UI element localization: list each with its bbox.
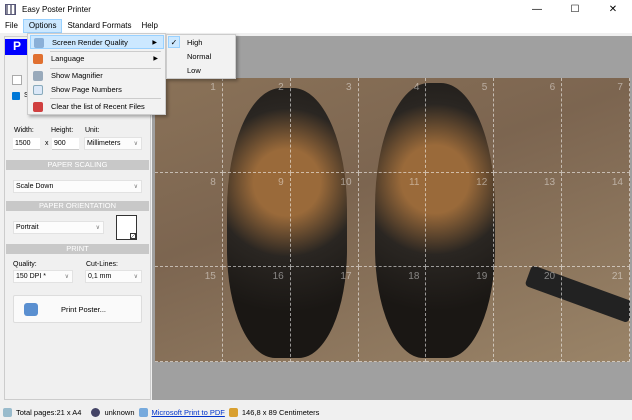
page-cell: 11 <box>358 172 427 268</box>
page-cell: 7 <box>562 78 630 173</box>
chevron-down-icon: ∨ <box>133 274 138 280</box>
page-cell: 9 <box>222 172 291 268</box>
status-bar: Total pages:21 x A4 unknown Microsoft Pr… <box>0 404 632 420</box>
print-header: PRINT <box>6 244 149 254</box>
page-cell: 2 <box>222 78 291 173</box>
page-cell: 16 <box>222 267 291 362</box>
chevron-down-icon: ∨ <box>64 274 69 280</box>
height-input[interactable]: 900 <box>52 138 79 150</box>
paper-scaling-header: PAPER SCALING <box>6 160 149 170</box>
menu-item-label: Clear the list of Recent Files <box>51 102 145 111</box>
menu-item-show-magnifier[interactable]: Show Magnifier <box>30 69 164 83</box>
clear-recent-icon <box>33 102 43 112</box>
submenu-item-high[interactable]: High <box>187 38 202 47</box>
menu-item-screen-render-quality[interactable]: Screen Render Quality ▶ <box>30 35 164 49</box>
printer-link[interactable]: Microsoft Print to PDF <box>152 408 225 417</box>
width-input[interactable]: 1500 <box>13 138 40 150</box>
paper-orientation-header: PAPER ORIENTATION <box>6 201 149 211</box>
poster-size: 146,8 x 89 Centimeters <box>241 407 320 417</box>
pages-icon <box>3 407 12 417</box>
preview-canvas[interactable]: 1 2 3 4 5 6 7 8 9 10 11 12 13 14 15 16 17 18 19 20 21 <box>152 36 632 400</box>
cutlines-value: 0,1 mm <box>88 273 112 280</box>
orientation-select[interactable]: Portrait ∨ <box>13 221 104 234</box>
menu-help[interactable]: Help <box>137 19 163 33</box>
image-info-icon <box>91 407 101 417</box>
options-menu: Screen Render Quality ▶ Language ▶ Show Ma… <box>27 33 166 115</box>
image-info: unknown <box>104 407 135 417</box>
page-cell: 5 <box>426 78 495 173</box>
page-cell: 21 <box>562 267 630 362</box>
render-quality-icon <box>34 38 44 48</box>
scaling-select[interactable]: Scale Down ∨ <box>13 180 142 193</box>
orientation-preview <box>116 215 137 240</box>
page-cell: 12 <box>426 172 495 268</box>
cutlines-label: Cut-Lines: <box>86 261 118 268</box>
maximize-button[interactable]: ☐ <box>556 0 594 19</box>
page-cell: 13 <box>494 172 563 268</box>
page-cell: 10 <box>290 172 359 268</box>
menu-standard-formats[interactable]: Standard Formats <box>62 19 136 33</box>
page-cell: 17 <box>290 267 359 362</box>
check-icon: ✓ <box>168 36 180 48</box>
page-cell: 14 <box>562 172 630 268</box>
printer-icon <box>24 303 38 316</box>
page-cell: 6 <box>494 78 563 173</box>
minimize-button[interactable]: — <box>518 0 556 19</box>
menu-item-clear-recent-files[interactable]: Clear the list of Recent Files <box>30 100 164 114</box>
scaling-value: Scale Down <box>16 183 54 190</box>
submenu-item-low[interactable]: Low <box>187 66 201 75</box>
quality-label: Quality: <box>13 261 37 268</box>
page-cell: 20 <box>494 267 563 362</box>
menu-item-show-page-numbers[interactable]: Show Page Numbers <box>30 83 164 97</box>
unit-select[interactable]: Millimeters ∨ <box>84 137 142 150</box>
chevron-down-icon: ∨ <box>95 225 100 231</box>
separator <box>50 98 161 99</box>
height-label: Height: <box>51 127 74 134</box>
submenu-arrow-icon: ▶ <box>153 56 158 62</box>
close-button[interactable]: ✕ <box>594 0 632 19</box>
page-cell: 4 <box>358 78 427 173</box>
quality-value: 150 DPI * <box>16 273 46 280</box>
size-icon <box>228 407 238 417</box>
magnifier-icon <box>33 71 43 81</box>
page-cell: 19 <box>426 267 495 362</box>
checkbox[interactable] <box>12 92 20 100</box>
menu-options[interactable]: Options <box>22 19 63 33</box>
menu-item-label: Show Page Numbers <box>51 85 122 94</box>
page-cell: 8 <box>155 172 223 268</box>
printer-icon <box>138 407 148 417</box>
unit-label: Unit: <box>85 127 100 134</box>
print-poster-button[interactable]: Print Poster... <box>13 295 142 323</box>
window-title: Easy Poster Printer <box>22 5 91 14</box>
page-cell: 18 <box>358 267 427 362</box>
submenu-arrow-icon: ▶ <box>152 40 157 46</box>
page-cell: 3 <box>290 78 359 173</box>
title-bar: Easy Poster Printer — ☐ ✕ <box>0 0 632 19</box>
render-quality-submenu: ✓ High Normal Low <box>166 34 236 79</box>
menu-item-label: Show Magnifier <box>51 71 103 80</box>
page-cell: 15 <box>155 267 223 362</box>
total-pages: Total pages:21 x A4 <box>16 407 82 417</box>
cutlines-select[interactable]: 0,1 mm ∨ <box>85 270 142 283</box>
menu-bar: File Options Standard Formats Help <box>0 19 632 33</box>
open-image-icon[interactable] <box>12 75 22 85</box>
chevron-down-icon: ∨ <box>133 141 138 147</box>
unit-value: Millimeters <box>87 140 121 147</box>
chevron-down-icon: ∨ <box>133 184 138 190</box>
menu-item-label: Language <box>51 54 85 63</box>
orientation-value: Portrait <box>16 224 39 231</box>
submenu-item-normal[interactable]: Normal <box>187 52 211 61</box>
print-poster-label: Print Poster... <box>61 305 107 314</box>
menu-item-language[interactable]: Language ▶ <box>30 52 164 66</box>
menu-item-label: Screen Render Quality <box>52 38 128 47</box>
menu-file[interactable]: File <box>0 19 23 33</box>
app-icon <box>5 4 16 15</box>
language-icon <box>33 54 43 64</box>
times-label: x <box>45 140 49 147</box>
poster-image: 1 2 3 4 5 6 7 8 9 10 11 12 13 14 15 16 17 18 19 20 21 <box>155 78 630 362</box>
page-numbers-icon <box>33 85 43 95</box>
width-label: Width: <box>14 127 34 134</box>
quality-select[interactable]: 150 DPI * ∨ <box>13 270 73 283</box>
